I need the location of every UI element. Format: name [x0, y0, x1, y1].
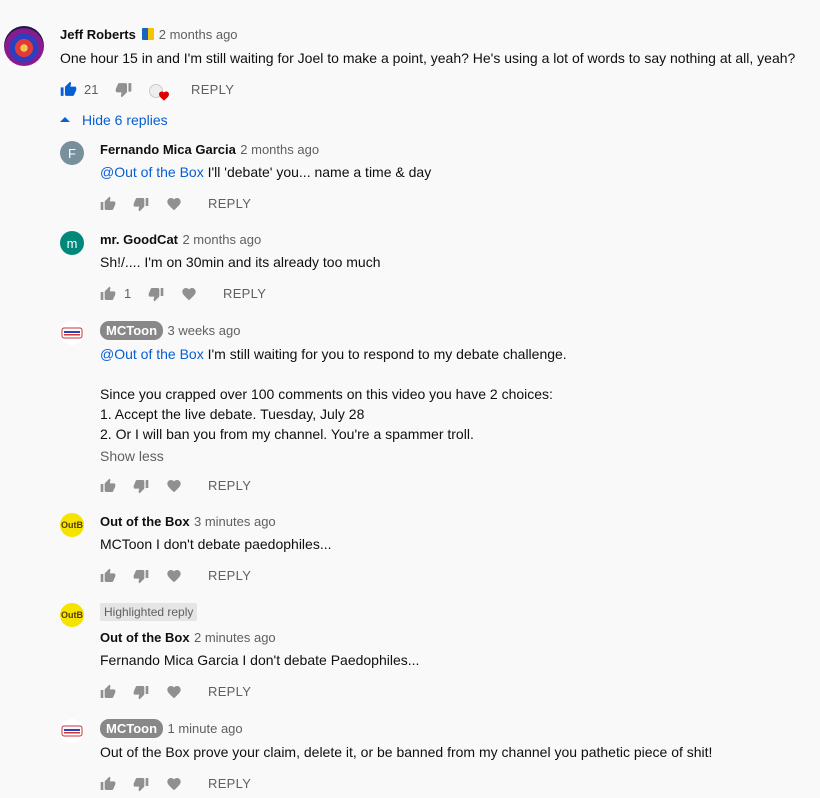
- author-name[interactable]: Out of the Box: [100, 630, 190, 645]
- reply-header: Out of the Box 3 minutes ago: [100, 513, 276, 531]
- reply-time[interactable]: 2 months ago: [240, 142, 319, 157]
- reply-button[interactable]: REPLY: [208, 776, 251, 791]
- thumb-down-icon[interactable]: [133, 568, 149, 584]
- mention-link[interactable]: @Out of the Box: [100, 346, 204, 362]
- reply-text-line: Since you crapped over 100 comments on t…: [100, 386, 553, 402]
- avatar[interactable]: OutB: [60, 513, 84, 537]
- reply-text: @Out of the Box I'm still waiting for yo…: [100, 344, 567, 364]
- channel-badge-icon: [142, 28, 155, 40]
- thumb-down-icon[interactable]: [148, 286, 164, 302]
- thumb-down-icon[interactable]: [133, 684, 149, 700]
- heart-icon[interactable]: [166, 568, 182, 584]
- reply-text: Sh!/.... I'm on 30min and its already to…: [100, 254, 381, 270]
- heart-icon[interactable]: [181, 286, 197, 302]
- thumb-down-icon[interactable]: [133, 196, 149, 212]
- reply-header: mr. GoodCat 2 months ago: [100, 231, 261, 249]
- reply-button[interactable]: REPLY: [223, 286, 266, 301]
- avatar[interactable]: F: [60, 141, 84, 165]
- creator-name-badge[interactable]: MCToon: [100, 321, 164, 340]
- creator-name-badge[interactable]: MCToon: [100, 719, 164, 738]
- reply-button[interactable]: REPLY: [208, 684, 251, 699]
- reply-time[interactable]: 3 weeks ago: [167, 323, 240, 338]
- reply-header: Fernando Mica Garcia 2 months ago: [100, 141, 319, 159]
- reply-button[interactable]: REPLY: [208, 568, 251, 583]
- caret-up-icon: [60, 117, 70, 122]
- avatar[interactable]: [60, 719, 84, 743]
- reply-header: MCToon 1 minute ago: [100, 719, 243, 738]
- comment-text: One hour 15 in and I'm still waiting for…: [60, 50, 796, 66]
- reply-text: MCToon I don't debate paedophiles...: [100, 536, 332, 552]
- thumb-up-icon[interactable]: [100, 286, 116, 302]
- author-name[interactable]: mr. GoodCat: [100, 232, 178, 247]
- reply-text: Out of the Box prove your claim, delete …: [100, 744, 713, 760]
- reply-text-line: 1. Accept the live debate. Tuesday, July…: [100, 406, 365, 422]
- heart-icon[interactable]: [166, 196, 182, 212]
- thumb-down-icon[interactable]: [133, 776, 149, 792]
- mctoon-logo-icon: [61, 327, 83, 339]
- hide-replies-label: Hide 6 replies: [82, 112, 168, 128]
- heart-icon: [159, 91, 169, 101]
- author-name[interactable]: Jeff Roberts: [60, 27, 136, 42]
- reply-header: Out of the Box 2 minutes ago: [100, 629, 276, 647]
- thumb-up-icon[interactable]: [100, 478, 116, 494]
- avatar[interactable]: OutB: [60, 603, 84, 627]
- reply-button[interactable]: REPLY: [191, 82, 234, 97]
- heart-icon[interactable]: [166, 478, 182, 494]
- avatar[interactable]: [60, 321, 84, 345]
- like-count: 1: [124, 286, 132, 301]
- creator-heart: [149, 84, 171, 102]
- reply-text-line: I'm still waiting for you to respond to …: [203, 346, 567, 362]
- avatar-jeff-roberts[interactable]: [4, 26, 44, 66]
- thumb-down-icon[interactable]: [133, 478, 149, 494]
- reply-time[interactable]: 1 minute ago: [167, 721, 242, 736]
- reply-time[interactable]: 2 months ago: [182, 232, 261, 247]
- thumb-down-icon[interactable]: [115, 81, 132, 98]
- author-name[interactable]: Out of the Box: [100, 514, 190, 529]
- reply-text-line: 2. Or I will ban you from my channel. Yo…: [100, 426, 474, 442]
- thumb-up-icon[interactable]: [60, 81, 77, 98]
- show-less-button[interactable]: Show less: [100, 448, 164, 464]
- mention-link[interactable]: @Out of the Box: [100, 164, 204, 180]
- thumb-up-icon[interactable]: [100, 684, 116, 700]
- comment-time[interactable]: 2 months ago: [159, 27, 238, 42]
- reply-button[interactable]: REPLY: [208, 478, 251, 493]
- heart-icon[interactable]: [166, 684, 182, 700]
- reply-time[interactable]: 2 minutes ago: [194, 630, 276, 645]
- reply-header: MCToon 3 weeks ago: [100, 321, 240, 340]
- reply-text-body: I'll 'debate' you... name a time & day: [203, 164, 432, 180]
- author-name[interactable]: Fernando Mica Garcia: [100, 142, 236, 157]
- comment-header: Jeff Roberts 2 months ago: [60, 26, 238, 44]
- thumb-up-icon[interactable]: [100, 776, 116, 792]
- reply-text: @Out of the Box I'll 'debate' you... nam…: [100, 162, 431, 182]
- reply-button[interactable]: REPLY: [208, 196, 251, 211]
- highlighted-reply-badge: Highlighted reply: [100, 603, 198, 621]
- mctoon-logo-icon: [61, 725, 83, 737]
- avatar[interactable]: m: [60, 231, 84, 255]
- reply-time[interactable]: 3 minutes ago: [194, 514, 276, 529]
- thumb-up-icon[interactable]: [100, 568, 116, 584]
- heart-icon[interactable]: [166, 776, 182, 792]
- thumb-up-icon[interactable]: [100, 196, 116, 212]
- reply-text: Fernando Mica Garcia I don't debate Paed…: [100, 652, 420, 668]
- like-count: 21: [84, 82, 99, 97]
